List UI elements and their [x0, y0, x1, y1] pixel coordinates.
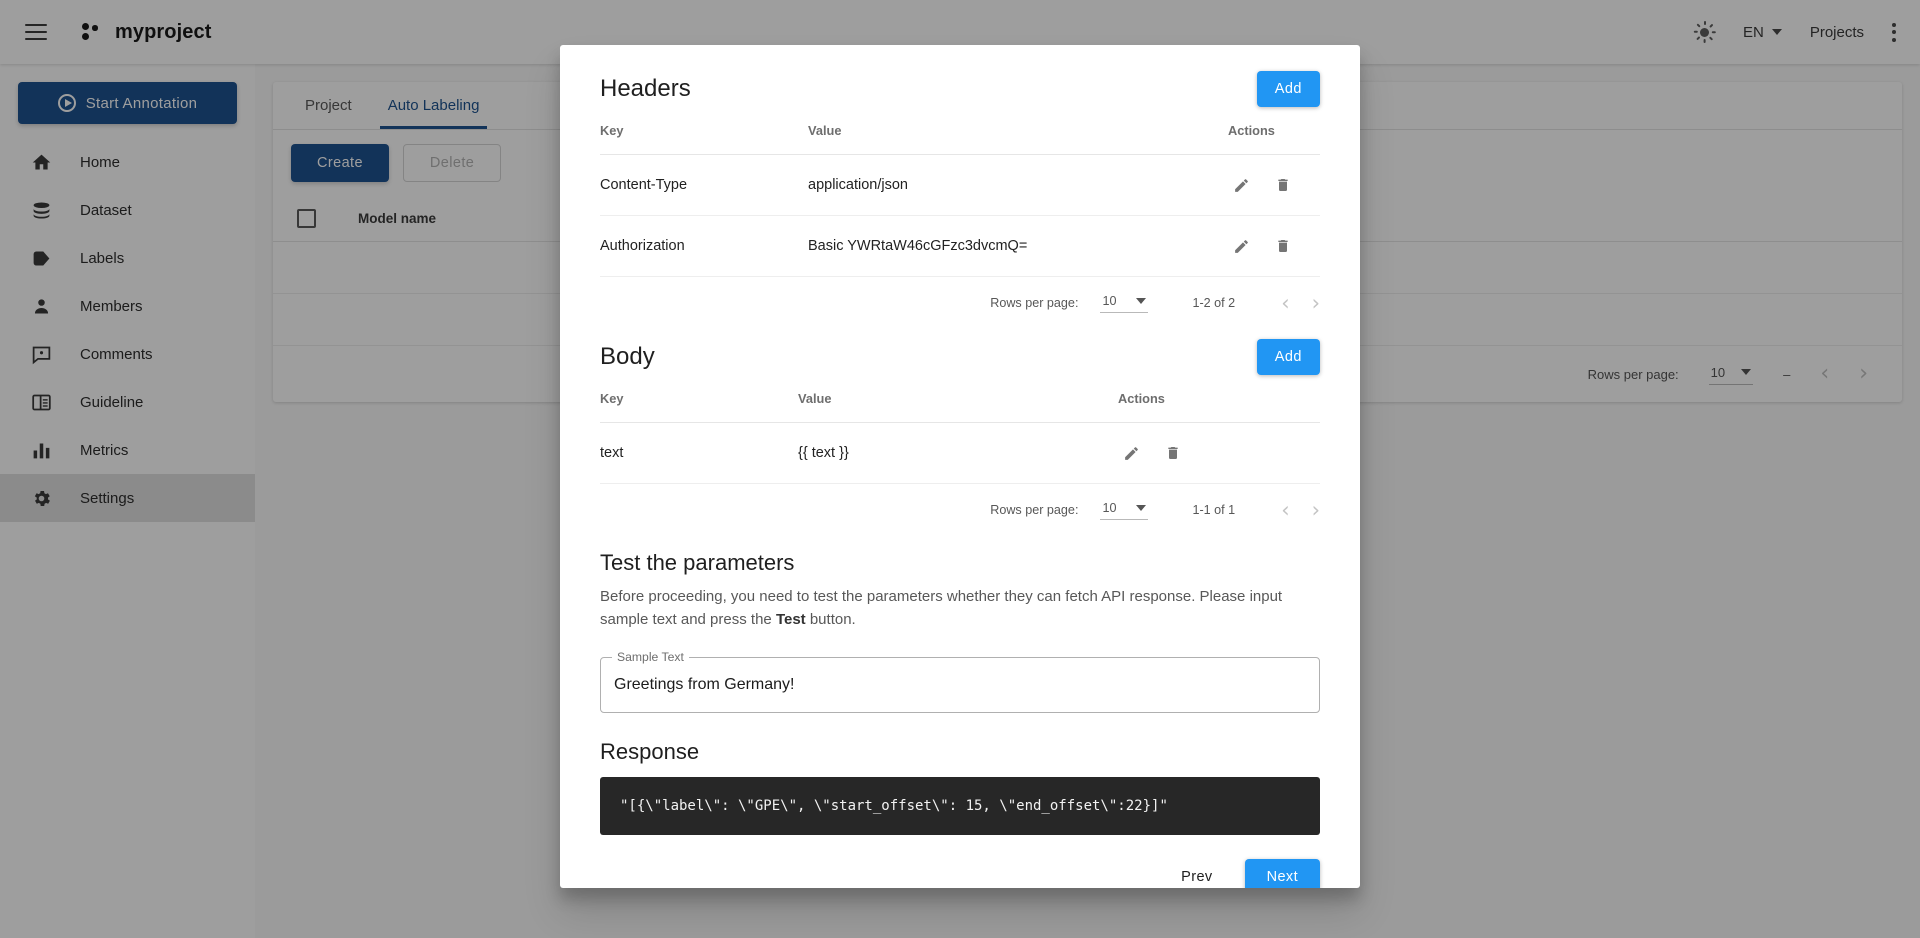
response-code: "[{\"label\": \"GPE\", \"start_offset\":…: [620, 798, 1168, 814]
sample-text-label: Sample Text: [612, 650, 689, 664]
page-range: 1-2 of 2: [1192, 296, 1236, 310]
dialog-footer: Prev Next: [600, 859, 1320, 888]
row-actions-cell: [1118, 422, 1320, 484]
column-header-value: Value: [808, 123, 1228, 155]
body-section-header: Body Add: [600, 339, 1320, 375]
prev-page-button[interactable]: ‹: [1281, 499, 1289, 521]
test-desc-bold: Test: [775, 610, 806, 628]
test-parameters-description: Before proceeding, you need to test the …: [600, 586, 1320, 631]
row-actions-cell: [1228, 215, 1320, 277]
test-desc-part1: Before proceeding, you need to test the …: [600, 588, 1283, 628]
pagination-arrows: ‹ ›: [1281, 292, 1320, 314]
sample-text-value: Greetings from Germany!: [614, 676, 795, 693]
body-table: Key Value Actions text {{ text }}: [600, 391, 1320, 484]
column-header-actions: Actions: [1118, 391, 1320, 423]
pencil-icon[interactable]: [1118, 440, 1144, 466]
header-value-cell: application/json: [808, 154, 1228, 216]
headers-section-header: Headers Add: [600, 71, 1320, 107]
column-header-actions: Actions: [1228, 123, 1320, 155]
column-header-value: Value: [798, 391, 1118, 423]
prev-page-button[interactable]: ‹: [1281, 292, 1289, 314]
header-key-cell: Content-Type: [600, 154, 808, 216]
prev-button[interactable]: Prev: [1161, 860, 1232, 888]
headers-pagination: Rows per page: 10 1-2 of 2 ‹ ›: [600, 277, 1320, 329]
chevron-down-icon: [1136, 504, 1147, 511]
body-table-header-row: Key Value Actions: [600, 391, 1320, 423]
rows-per-page-value: 10: [1102, 500, 1117, 515]
test-desc-part2: button.: [805, 610, 856, 628]
body-key-cell: text: [600, 422, 798, 484]
next-button[interactable]: Next: [1244, 859, 1320, 888]
trash-icon[interactable]: [1160, 440, 1186, 466]
headers-table: Key Value Actions Content-Type applicati…: [600, 123, 1320, 277]
column-header-key: Key: [600, 391, 798, 423]
header-value-cell: Basic YWRtaW46cGFzc3dvcmQ=: [808, 215, 1228, 277]
body-pagination: Rows per page: 10 1-1 of 1 ‹ ›: [600, 484, 1320, 536]
rows-per-page-select[interactable]: 10: [1100, 293, 1149, 313]
headers-table-header-row: Key Value Actions: [600, 123, 1320, 155]
response-box: "[{\"label\": \"GPE\", \"start_offset\":…: [600, 777, 1320, 835]
trash-icon[interactable]: [1270, 172, 1296, 198]
chevron-down-icon: [1136, 297, 1147, 304]
body-value-cell: {{ text }}: [798, 422, 1118, 484]
next-page-button[interactable]: ›: [1312, 499, 1320, 521]
sample-text-field[interactable]: Sample Text Greetings from Germany!: [600, 650, 1320, 713]
header-key-cell: Authorization: [600, 215, 808, 277]
rows-per-page-label: Rows per page:: [990, 503, 1079, 517]
headers-add-button[interactable]: Add: [1256, 71, 1320, 107]
rows-per-page-value: 10: [1102, 293, 1117, 308]
headers-title: Headers: [600, 75, 691, 102]
column-header-key: Key: [600, 123, 808, 155]
rows-per-page-label: Rows per page:: [990, 296, 1079, 310]
pagination-arrows: ‹ ›: [1281, 499, 1320, 521]
table-row: Authorization Basic YWRtaW46cGFzc3dvcmQ=: [600, 215, 1320, 277]
rows-per-page-select[interactable]: 10: [1100, 500, 1149, 520]
page-range: 1-1 of 1: [1192, 503, 1236, 517]
body-add-button[interactable]: Add: [1256, 339, 1320, 375]
pencil-icon[interactable]: [1228, 233, 1254, 259]
row-actions-cell: [1228, 154, 1320, 216]
pencil-icon[interactable]: [1228, 172, 1254, 198]
trash-icon[interactable]: [1270, 233, 1296, 259]
test-parameters-title: Test the parameters: [600, 550, 795, 575]
table-row: text {{ text }}: [600, 422, 1320, 484]
response-title: Response: [600, 739, 700, 764]
next-page-button[interactable]: ›: [1312, 292, 1320, 314]
body-title: Body: [600, 343, 655, 370]
table-row: Content-Type application/json: [600, 154, 1320, 216]
auto-labeling-config-dialog: Headers Add Key Value Actions Content-Ty…: [560, 45, 1360, 888]
